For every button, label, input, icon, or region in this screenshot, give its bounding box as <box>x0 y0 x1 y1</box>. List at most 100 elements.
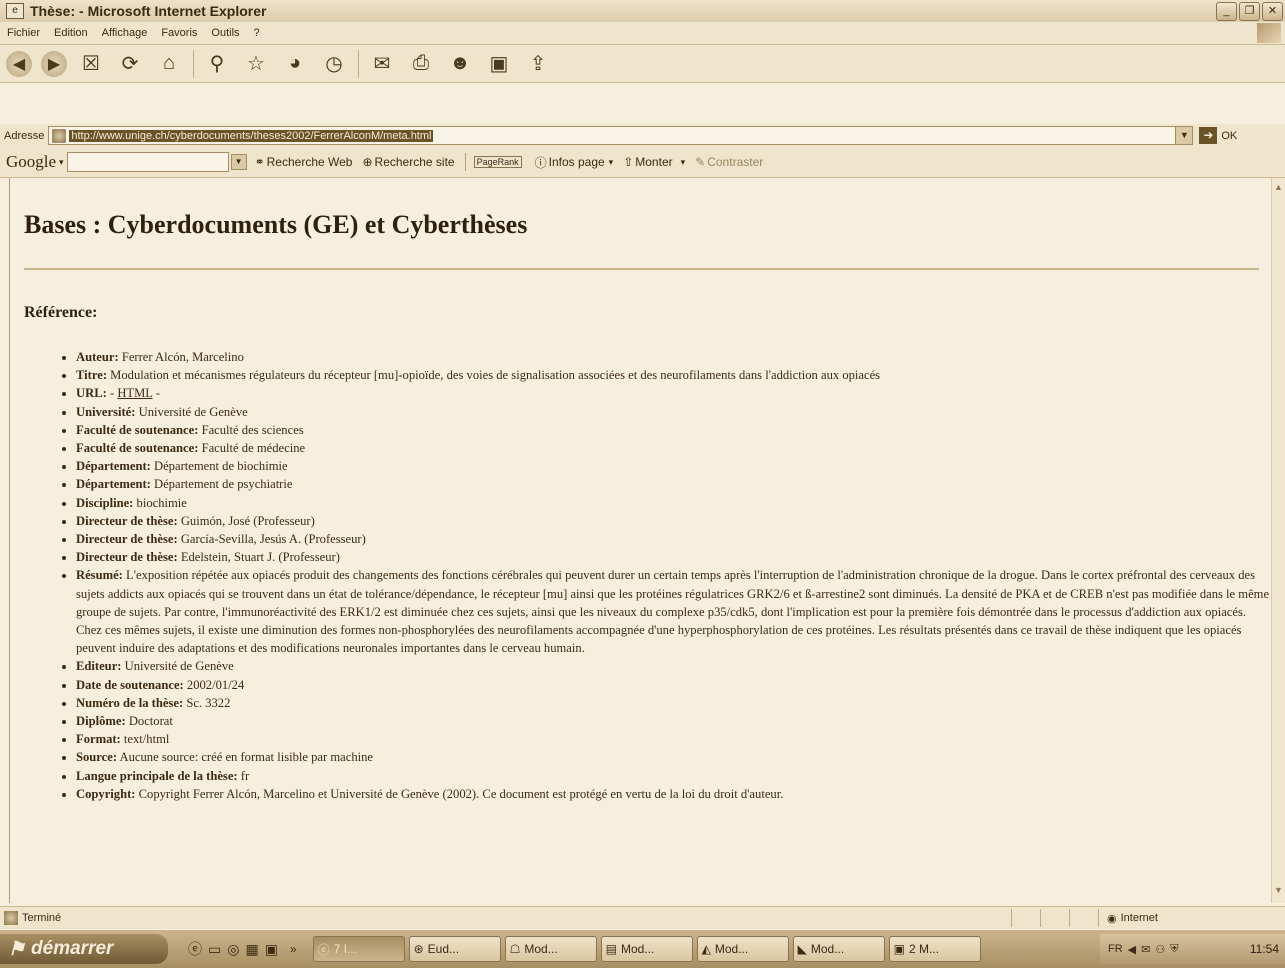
quick-launch: ⓔ ▭ ◎ ▦ ▣ <box>188 939 278 959</box>
site-search-button[interactable]: ⊕ Recherche site <box>362 155 454 169</box>
ie-quicklaunch-icon[interactable]: ⓔ <box>188 939 202 959</box>
close-button[interactable]: ✕ <box>1262 2 1283 21</box>
google-search-dropdown[interactable]: ▼ <box>230 154 247 170</box>
app-icon: ☖ <box>509 942 521 956</box>
up-button[interactable]: ⇧ Monter ▾ <box>623 155 685 169</box>
go-button[interactable]: ➜ OK <box>1199 127 1237 144</box>
task-word-group[interactable]: ▣ 2 M... <box>888 936 981 962</box>
binoculars-icon: ⚭ <box>254 155 265 169</box>
vertical-scrollbar[interactable]: ▲ ▼ <box>1271 178 1285 903</box>
contrast-button[interactable]: ✎ Contraster <box>695 155 763 169</box>
media-button[interactable]: ◕ <box>280 49 310 79</box>
back-button[interactable]: ◀ <box>6 50 32 77</box>
printer-icon: ⎙ <box>413 52 429 74</box>
app-icon: ◭ <box>701 942 711 956</box>
pagerank-label: PageRank <box>473 156 522 168</box>
mail-button[interactable]: ✉ <box>367 49 397 79</box>
task-mod-2[interactable]: ▤ Mod... <box>600 936 693 962</box>
page-content: Bases : Cyberdocuments (GE) et Cyberthès… <box>9 178 1273 903</box>
windows-logo-icon <box>1257 23 1281 43</box>
google-logo[interactable]: Google <box>6 152 56 172</box>
forward-button[interactable]: ▶ <box>41 50 67 77</box>
task-eudora[interactable]: ⊛ Eud... <box>408 936 501 962</box>
media-player-icon[interactable]: ◎ <box>227 941 239 958</box>
menu-outils[interactable]: Outils <box>211 27 239 39</box>
list-item-url: URL: - HTML - <box>76 384 1273 402</box>
antivirus-icon[interactable]: ⛨ <box>1170 943 1178 956</box>
eudora-icon: ⊛ <box>413 942 424 956</box>
list-item-discipline: Discipline: biochimie <box>76 494 1273 512</box>
menu-favoris[interactable]: Favoris <box>161 27 197 39</box>
stop-button[interactable]: ☒ <box>76 49 106 79</box>
scroll-down-icon[interactable]: ▼ <box>1272 885 1285 899</box>
history-button[interactable]: ◷ <box>319 49 349 79</box>
address-label: Adresse <box>4 129 45 142</box>
research-icon: ⇪ <box>529 53 547 75</box>
address-url[interactable]: http://www.unige.ch/cyberdocuments/these… <box>69 129 434 142</box>
explorer-icon[interactable]: ▦ <box>245 941 258 958</box>
page-info-label: Infos page <box>548 155 605 169</box>
pagerank-indicator[interactable]: PageRank <box>473 156 525 168</box>
list-item-auteur: Auteur: Ferrer Alcón, Marcelino <box>76 348 1273 366</box>
home-icon: ⌂ <box>162 52 176 74</box>
site-search-label: Recherche site <box>374 155 455 169</box>
edit-button[interactable]: ▣ <box>484 49 514 79</box>
task-mod-1[interactable]: ☖ Mod... <box>504 936 597 962</box>
address-input[interactable]: http://www.unige.ch/cyberdocuments/these… <box>48 126 1194 145</box>
system-tray: FR ◀ ✉ ⚇ ⛨ 11:54 <box>1100 934 1285 964</box>
word-quicklaunch-icon[interactable]: ▣ <box>265 941 278 958</box>
history-icon: ◷ <box>325 53 343 75</box>
google-menu-icon[interactable]: ▾ <box>59 157 64 168</box>
star-icon: ☆ <box>247 53 265 75</box>
windows-flag-icon: ⚑ <box>8 938 26 960</box>
google-search-input[interactable] <box>66 152 229 172</box>
contrast-label: Contraster <box>707 155 764 169</box>
address-dropdown-icon[interactable]: ▼ <box>1175 127 1193 144</box>
tray-arrow-icon[interactable]: ◀ <box>1128 943 1136 956</box>
mail-tray-icon[interactable]: ✉ <box>1141 943 1150 956</box>
status-bar: Terminé ◉ Internet <box>0 906 1285 929</box>
zone-label: Internet <box>1120 912 1158 924</box>
page-status-icon <box>4 911 18 925</box>
window-controls: _ ❐ ✕ <box>1216 2 1283 21</box>
media-icon: ◕ <box>288 52 302 74</box>
quicklaunch-more-icon[interactable]: » <box>290 942 297 956</box>
menu-fichier[interactable]: Fichier <box>7 27 40 39</box>
list-item-departement: Département: Département de biochimie <box>76 457 1273 475</box>
minimize-button[interactable]: _ <box>1216 2 1237 21</box>
network-icon[interactable]: ⚇ <box>1155 943 1165 956</box>
task-mod-4[interactable]: ◣ Mod... <box>792 936 885 962</box>
scroll-up-icon[interactable]: ▲ <box>1272 182 1285 196</box>
print-button[interactable]: ⎙ <box>406 49 436 79</box>
go-label: OK <box>1221 129 1238 142</box>
ie-page-icon: e <box>6 3 24 19</box>
language-indicator[interactable]: FR <box>1108 943 1123 955</box>
page-icon <box>52 128 67 143</box>
start-button[interactable]: ⚑ démarrer <box>0 934 168 964</box>
chevron-down-icon: ▾ <box>680 156 686 167</box>
task-ie-group[interactable]: ⓔ 7 I... <box>312 936 405 962</box>
status-cell <box>1011 909 1040 927</box>
menu-affichage[interactable]: Affichage <box>102 27 148 39</box>
html-link[interactable]: HTML <box>117 386 152 400</box>
page-info-button[interactable]: ⓘ Infos page ▾ <box>535 154 614 171</box>
forward-arrow-icon: ▶ <box>47 55 61 73</box>
favorites-button[interactable]: ☆ <box>241 49 271 79</box>
search-button[interactable]: ⚲ <box>202 49 232 79</box>
desktop-icon[interactable]: ▭ <box>208 941 221 958</box>
list-item-diplome: Diplôme: Doctorat <box>76 712 1273 730</box>
restore-button[interactable]: ❐ <box>1239 2 1260 21</box>
messenger-button[interactable]: ☻ <box>445 49 475 79</box>
toolbar-separator <box>358 49 359 78</box>
task-mod-3[interactable]: ◭ Mod... <box>696 936 789 962</box>
refresh-button[interactable]: ⟳ <box>115 49 145 79</box>
web-search-button[interactable]: ⚭ Recherche Web <box>255 155 353 169</box>
menu-help[interactable]: ? <box>254 27 260 39</box>
research-button[interactable]: ⇪ <box>523 49 553 79</box>
home-button[interactable]: ⌂ <box>154 49 184 79</box>
list-item-faculte: Faculté de soutenance: Faculté des scien… <box>76 421 1273 439</box>
clock: 11:54 <box>1249 942 1279 956</box>
title-bar: e Thèse: - Microsoft Internet Explorer _… <box>0 0 1285 23</box>
google-separator <box>464 153 466 171</box>
menu-edition[interactable]: Edition <box>54 27 88 39</box>
